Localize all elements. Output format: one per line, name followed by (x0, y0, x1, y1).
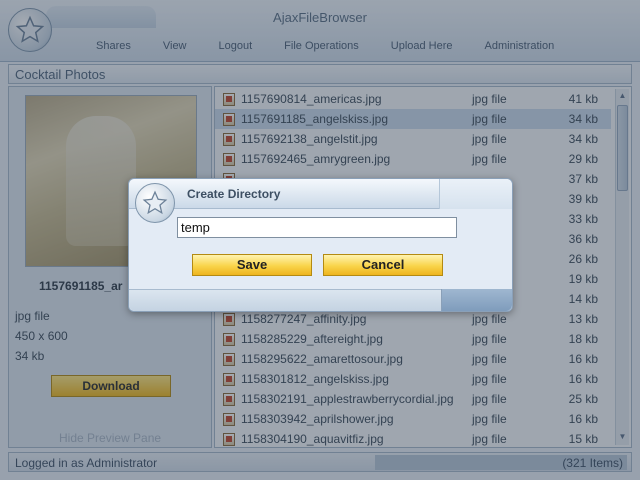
save-button[interactable]: Save (192, 254, 312, 276)
dialog-title: Create Directory (187, 187, 281, 201)
star-logo-icon (135, 183, 175, 223)
dialog-footer-accent (441, 289, 512, 311)
cancel-button[interactable]: Cancel (323, 254, 443, 276)
directory-name-input[interactable] (177, 217, 457, 238)
create-directory-dialog: Create Directory Save Cancel (128, 178, 513, 312)
dialog-header-tab (439, 179, 512, 209)
app-window: AjaxFileBrowser Shares View Logout File … (0, 0, 640, 480)
